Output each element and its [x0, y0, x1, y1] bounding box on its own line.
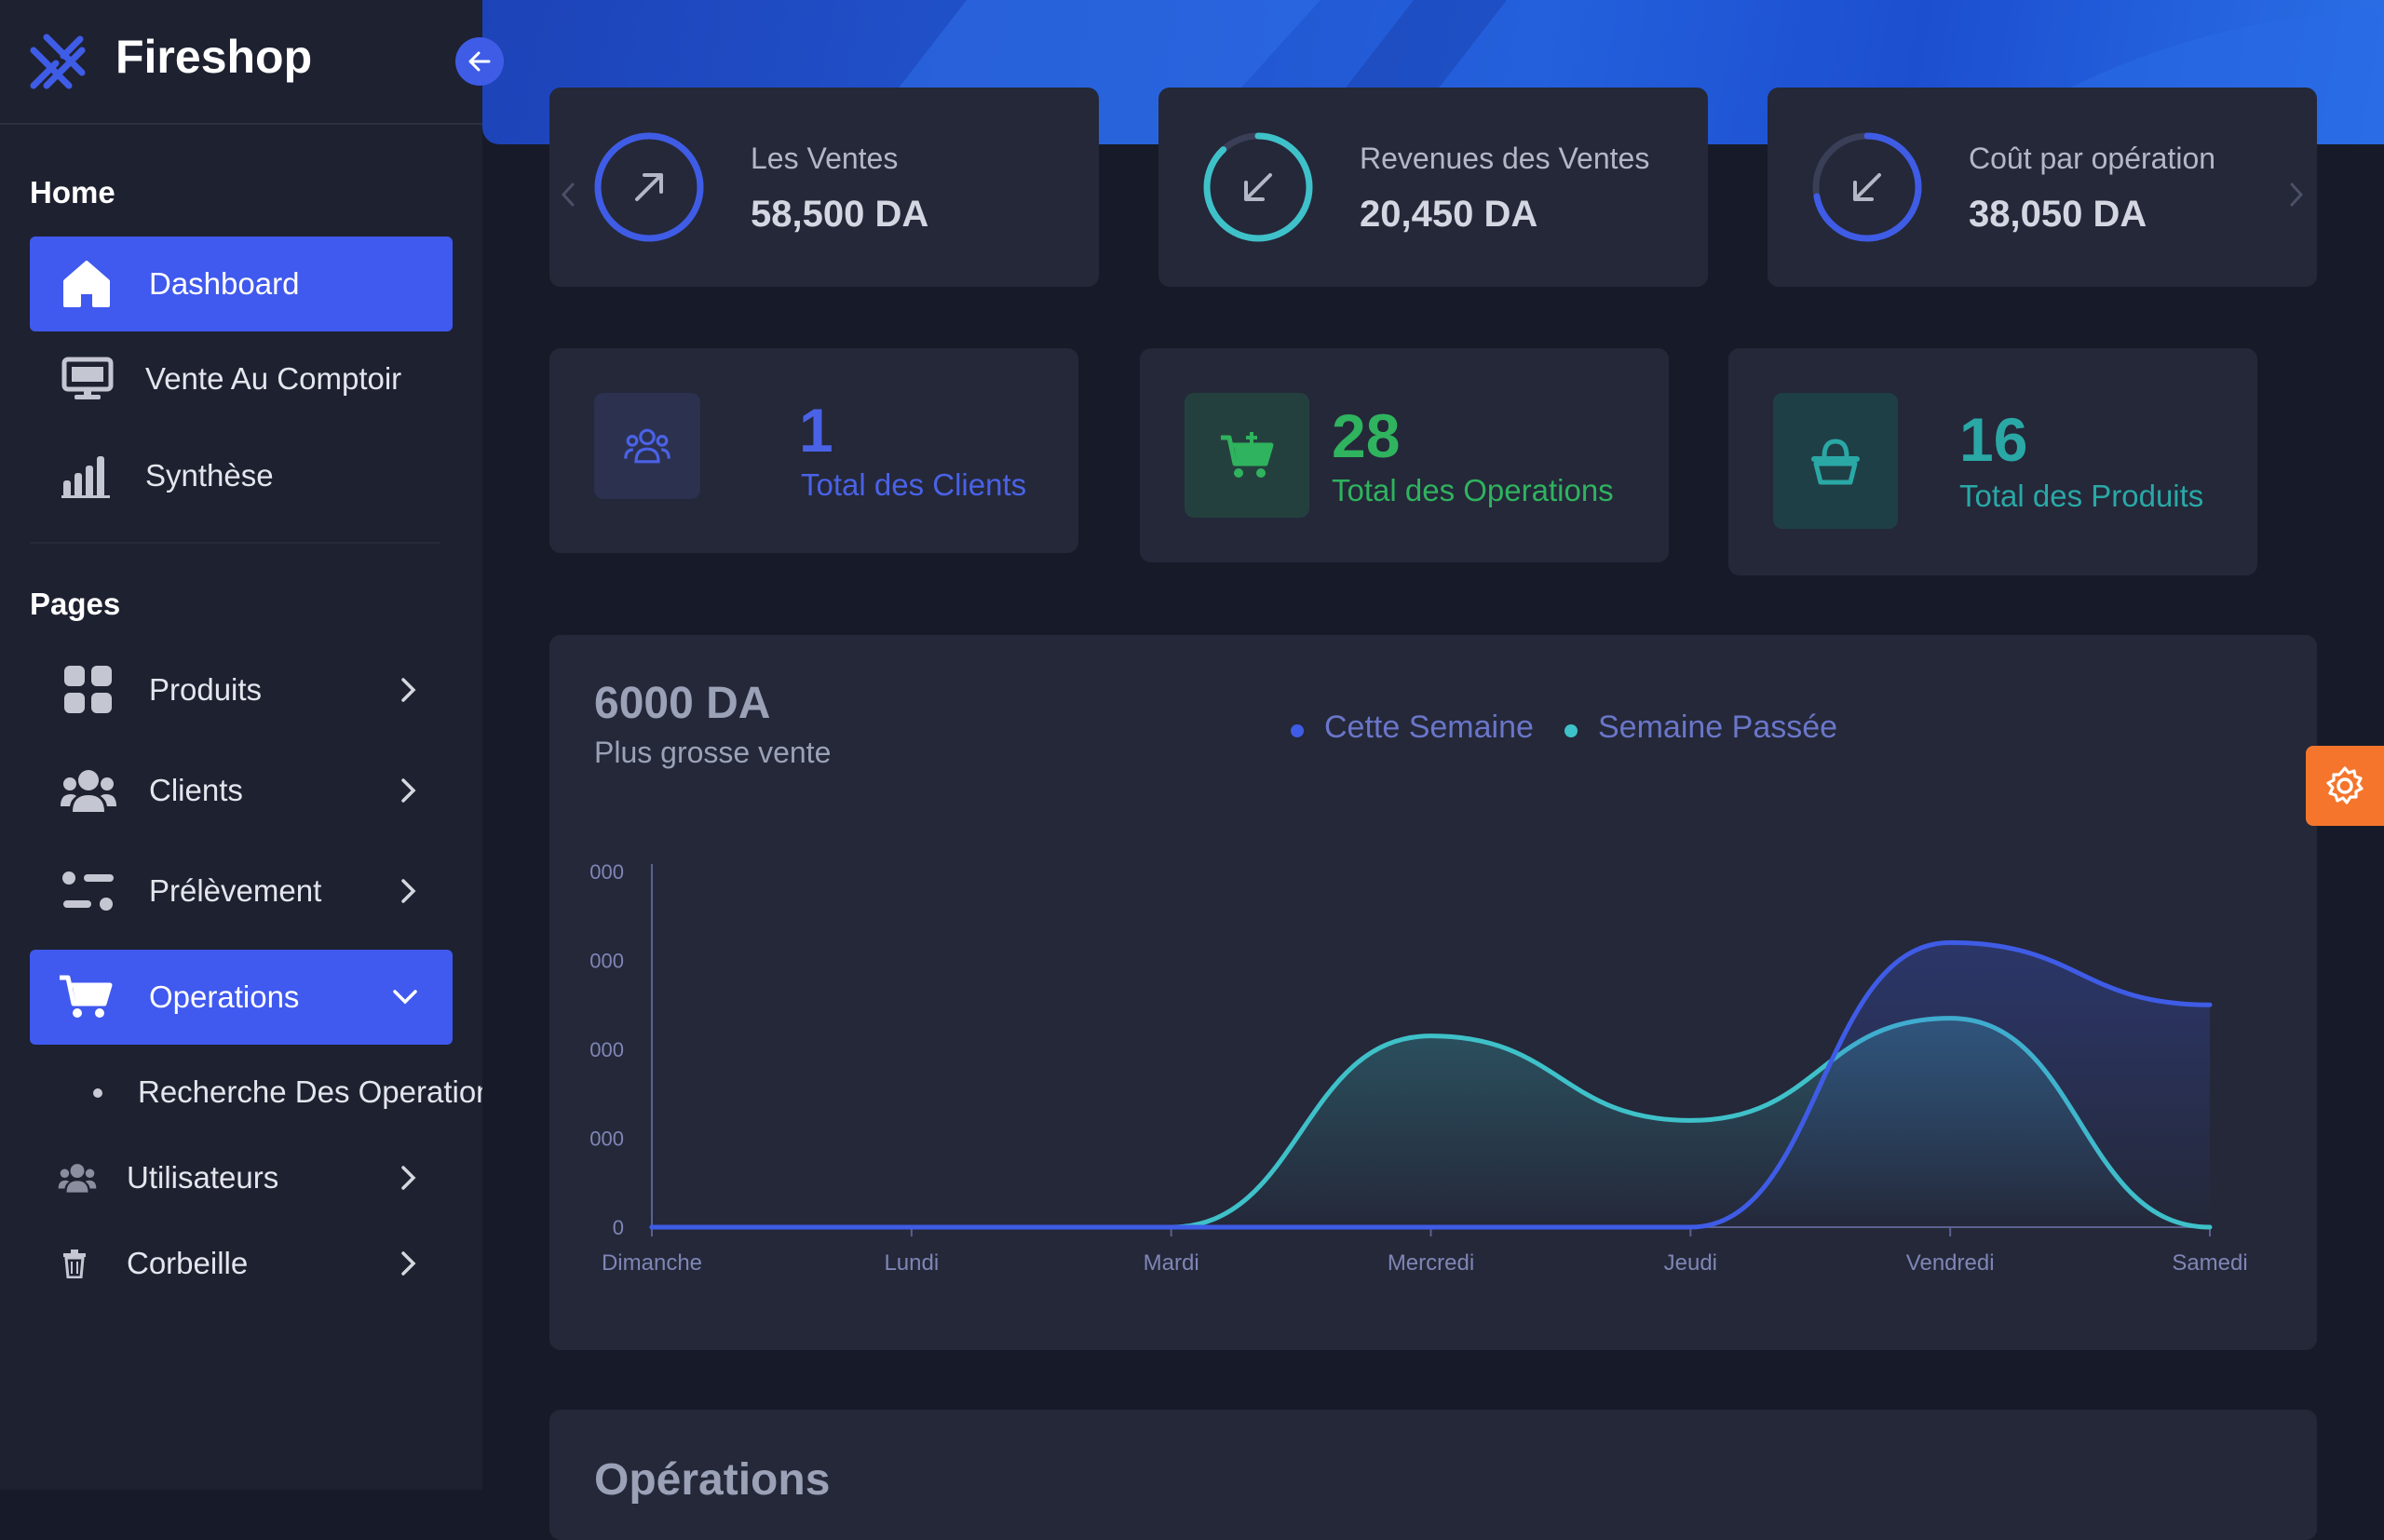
stat-value: 20,450 DA — [1360, 194, 1538, 235]
progress-ring — [1812, 132, 1922, 242]
sidebar-item-label: Corbeille — [127, 1246, 249, 1280]
count-value: 1 — [799, 396, 833, 465]
fireshop-logo-icon — [30, 34, 86, 89]
icon-box — [594, 393, 700, 499]
count-value: 28 — [1332, 401, 1401, 470]
y-tick-label: 000 — [589, 950, 624, 973]
arrow-up-right-icon — [635, 173, 663, 201]
trash-icon — [63, 1250, 86, 1278]
sidebar-item-label: Vente Au Comptoir — [145, 361, 402, 396]
progress-ring — [1203, 132, 1313, 242]
stat-label: Coût par opération — [1969, 142, 2216, 175]
arrow-down-left-icon — [1853, 173, 1881, 201]
carousel-prev-icon[interactable] — [559, 181, 577, 209]
operations-card: Opérations — [549, 1410, 2317, 1540]
sidebar-item-label: Produits — [149, 672, 263, 707]
section-title-home: Home — [30, 175, 115, 209]
chevron-right-icon — [401, 879, 416, 903]
sidebar-item-label: Clients — [149, 773, 243, 807]
section-title-pages: Pages — [30, 587, 121, 621]
count-label: Total des Clients — [801, 467, 1027, 502]
sales-chart-card: 6000 DA Plus grosse vente Cette Semaine … — [549, 635, 2317, 1350]
sidebar-item-vente-au-comptoir[interactable]: Vente Au Comptoir — [30, 331, 453, 426]
chevron-right-icon — [401, 1251, 416, 1276]
settings-button[interactable] — [2306, 746, 2384, 826]
stat-card-cout: Coût par opération 38,050 DA — [1768, 88, 2317, 287]
count-card-produits: 16 Total des Produits — [1728, 348, 2257, 575]
monitor-icon — [61, 357, 114, 399]
sidebar-collapse-button[interactable] — [455, 37, 504, 86]
sidebar-divider — [30, 542, 440, 544]
x-tick-label: Jeudi — [1664, 1250, 1717, 1276]
x-tick-label: Samedi — [2172, 1250, 2247, 1276]
x-tick-label: Dimanche — [602, 1250, 702, 1276]
stat-value: 38,050 DA — [1969, 194, 2147, 235]
sidebar-item-clients[interactable]: Clients — [30, 743, 453, 838]
users-icon — [61, 770, 116, 812]
sidebar-item-prelevement[interactable]: Prélèvement — [30, 844, 453, 939]
chevron-right-icon — [401, 1166, 416, 1190]
bar-chart-icon — [61, 456, 110, 498]
y-tick-label: 000 — [589, 860, 624, 884]
grid-icon — [64, 666, 112, 713]
chevron-down-icon — [393, 990, 417, 1005]
sidebar-subitem-label: Recherche Des Operations — [138, 1074, 482, 1109]
operations-title: Opérations — [594, 1455, 831, 1505]
gear-icon — [2326, 766, 2364, 804]
stat-value: 58,500 DA — [751, 194, 929, 235]
icon-box — [1185, 393, 1309, 518]
stat-card-ventes: Les Ventes 58,500 DA — [549, 88, 1099, 287]
y-tick-label: 000 — [589, 1128, 624, 1151]
user-group-icon — [58, 1164, 97, 1193]
sales-area-chart: 0000000000000Dimanche Lundi Mardi Mercredi J… — [589, 860, 2247, 1276]
count-value: 16 — [1959, 405, 2028, 474]
arrow-left-icon — [468, 51, 491, 72]
users-icon — [624, 428, 670, 464]
icon-box — [1773, 393, 1898, 529]
x-tick-label: Mardi — [1144, 1250, 1199, 1276]
sidebar-subitem-recherche-operations[interactable]: Recherche Des Operations — [93, 1069, 482, 1115]
sidebar-item-label: Dashboard — [149, 266, 300, 301]
home-icon — [63, 261, 110, 307]
bullet-icon — [93, 1088, 102, 1098]
sidebar-item-produits[interactable]: Produits — [30, 642, 453, 737]
progress-ring — [594, 132, 704, 242]
sidebar-item-label: Synthèse — [145, 458, 274, 493]
basket-icon — [1811, 439, 1860, 485]
sidebar-item-label: Operations — [149, 979, 300, 1014]
cart-plus-icon — [1221, 432, 1274, 478]
x-tick-label: Vendredi — [1906, 1250, 1995, 1276]
sidebar-item-label: Utilisateurs — [127, 1160, 279, 1195]
brand-name: Fireshop — [115, 31, 313, 83]
stat-label: Revenues des Ventes — [1360, 142, 1650, 175]
sidebar-item-dashboard[interactable]: Dashboard — [30, 236, 453, 331]
y-tick-label: 0 — [613, 1216, 624, 1239]
stat-card-revenues: Revenues des Ventes 20,450 DA — [1158, 88, 1708, 287]
cart-icon — [60, 975, 113, 1018]
sidebar-item-synthese[interactable]: Synthèse — [30, 428, 453, 523]
stat-label: Les Ventes — [751, 142, 899, 175]
sidebar-item-corbeille[interactable]: Corbeille — [30, 1216, 453, 1311]
carousel-next-icon[interactable] — [2287, 181, 2306, 209]
y-tick-label: 000 — [589, 1038, 624, 1061]
sidebar-item-operations[interactable]: Operations — [30, 950, 453, 1045]
sidebar: Fireshop Home Dashboard Vente Au Comptoi… — [0, 0, 482, 1490]
count-label: Total des Operations — [1332, 473, 1614, 507]
brand-header: Fireshop — [0, 0, 482, 125]
x-tick-label: Lundi — [884, 1250, 939, 1276]
count-card-clients: 1 Total des Clients — [549, 348, 1078, 553]
count-label: Total des Produits — [1959, 479, 2204, 513]
sidebar-item-label: Prélèvement — [149, 873, 322, 908]
toggles-icon — [62, 871, 114, 911]
x-tick-label: Mercredi — [1388, 1250, 1474, 1276]
chevron-right-icon — [401, 678, 416, 702]
chevron-right-icon — [401, 778, 416, 803]
count-card-operations: 28 Total des Operations — [1140, 348, 1669, 562]
sidebar-item-utilisateurs[interactable]: Utilisateurs — [30, 1130, 453, 1225]
arrow-down-left-icon — [1244, 173, 1272, 201]
